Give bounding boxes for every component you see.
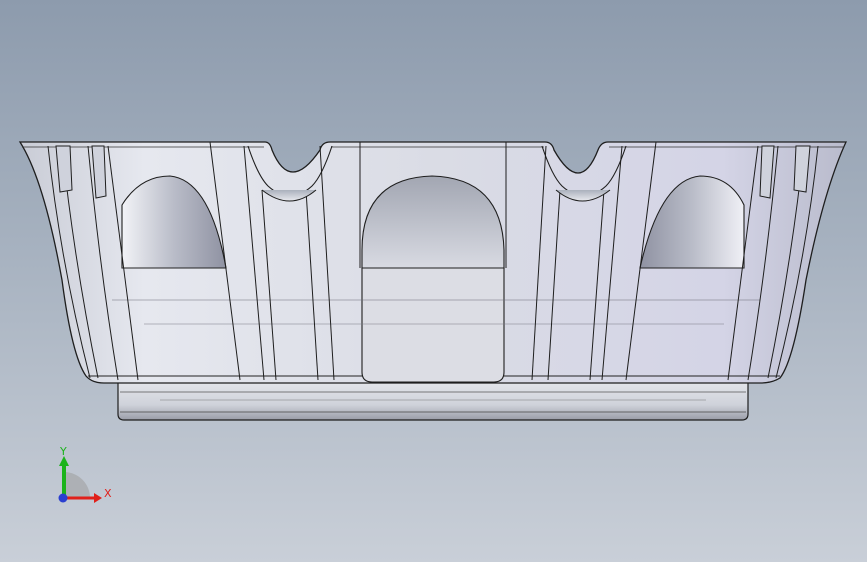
axis-triad[interactable]: Y X	[58, 445, 113, 503]
triad-quadrant	[64, 472, 90, 498]
arch-lower-center	[361, 267, 505, 383]
z-axis-dot	[58, 493, 68, 503]
base-ring[interactable]	[117, 381, 749, 421]
3d-viewport[interactable]: Y X	[0, 0, 867, 562]
y-axis-label: Y	[59, 445, 67, 458]
x-axis-label: X	[104, 487, 112, 500]
x-axis-arrowhead	[94, 493, 102, 503]
